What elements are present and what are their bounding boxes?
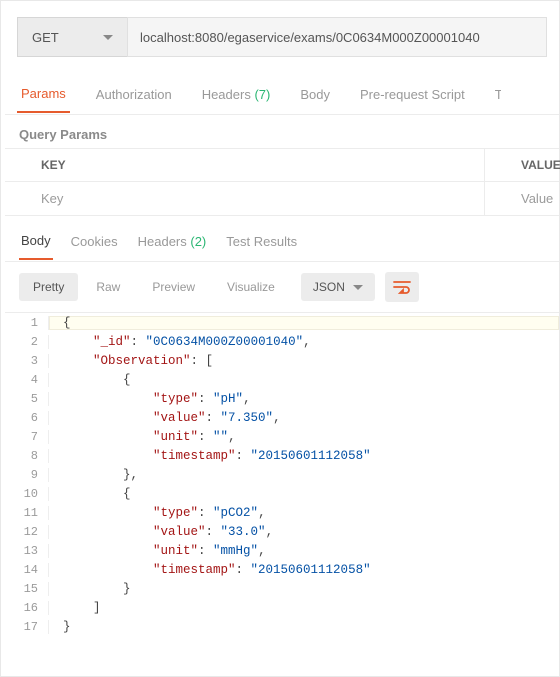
response-tab-body[interactable]: Body [19, 223, 53, 260]
request-tabs: Params Authorization Headers (7) Body Pr… [5, 75, 559, 115]
tab-authorization[interactable]: Authorization [92, 77, 176, 112]
tab-tests[interactable]: T [491, 77, 501, 112]
json-viewer[interactable]: 1{ 2 "_id": "0C0634M000Z00001040", 3 "Ob… [5, 312, 559, 636]
query-params-table: KEY VALUE Key Value [5, 148, 559, 216]
language-select[interactable]: JSON [301, 273, 375, 301]
preview-button[interactable]: Preview [138, 273, 209, 301]
response-tab-headers[interactable]: Headers (2) [136, 224, 209, 259]
query-params-title: Query Params [5, 115, 559, 148]
http-method-select[interactable]: GET [17, 17, 127, 57]
raw-button[interactable]: Raw [82, 273, 134, 301]
value-input[interactable]: Value [485, 182, 559, 215]
pretty-button[interactable]: Pretty [19, 273, 78, 301]
viewer-controls: Pretty Raw Preview Visualize JSON [5, 262, 559, 312]
key-input[interactable]: Key [5, 182, 485, 215]
response-tab-tests[interactable]: Test Results [224, 224, 299, 259]
response-tab-cookies[interactable]: Cookies [69, 224, 120, 259]
tab-prerequest[interactable]: Pre-request Script [356, 77, 469, 112]
tab-params[interactable]: Params [17, 76, 70, 113]
value-column-header: VALUE [485, 149, 559, 181]
wrap-lines-button[interactable] [385, 272, 419, 302]
chevron-down-icon [353, 285, 363, 290]
tab-headers[interactable]: Headers (7) [198, 77, 275, 112]
method-label: GET [32, 30, 59, 45]
response-tabs: Body Cookies Headers (2) Test Results [5, 222, 559, 262]
chevron-down-icon [103, 35, 113, 40]
wrap-icon [393, 280, 411, 294]
tab-body[interactable]: Body [296, 77, 334, 112]
url-input[interactable]: localhost:8080/egaservice/exams/0C0634M0… [127, 17, 547, 57]
visualize-button[interactable]: Visualize [213, 273, 289, 301]
key-column-header: KEY [5, 149, 485, 181]
url-text: localhost:8080/egaservice/exams/0C0634M0… [140, 30, 480, 45]
